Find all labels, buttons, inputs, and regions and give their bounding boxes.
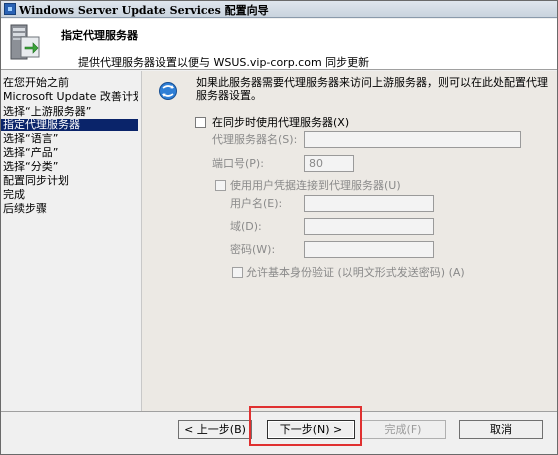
nav-item-languages[interactable]: 选择“语言” — [1, 133, 138, 145]
nav-item-classifications[interactable]: 选择“分类” — [1, 161, 138, 173]
use-credentials-checkbox[interactable] — [215, 180, 226, 191]
page-subtitle: 提供代理服务器设置以便与 WSUS.vip-corp.com 同步更新 — [78, 56, 370, 69]
domain-input[interactable] — [304, 218, 434, 235]
next-button-highlight — [249, 406, 362, 446]
cancel-button[interactable]: 取消 — [459, 420, 543, 439]
use-proxy-label: 在同步时使用代理服务器(X) — [212, 116, 350, 129]
port-label: 端口号(P): — [212, 157, 264, 170]
page-title: 指定代理服务器 — [61, 29, 138, 42]
password-label: 密码(W): — [230, 243, 276, 256]
wsus-config-wizard-window: Windows Server Update Services 配置向导 指定代理… — [0, 0, 558, 455]
wizard-content: 如果此服务器需要代理服务器来访问上游服务器，则可以在此处配置代理服务器设置。 在… — [141, 71, 557, 411]
wizard-header: 指定代理服务器 提供代理服务器设置以便与 WSUS.vip-corp.com 同… — [1, 19, 557, 70]
domain-label: 域(D): — [230, 220, 262, 233]
back-button[interactable]: < 上一步(B) — [178, 420, 252, 439]
globe-refresh-icon — [159, 82, 177, 100]
finish-button[interactable]: 完成(F) — [360, 420, 446, 439]
username-label: 用户名(E): — [230, 197, 283, 210]
username-input[interactable] — [304, 195, 434, 212]
basic-auth-label: 允许基本身份验证 (以明文形式发送密码) (A) — [246, 266, 465, 279]
window-title: Windows Server Update Services 配置向导 — [19, 4, 269, 17]
basic-auth-checkbox[interactable] — [232, 267, 243, 278]
wizard-nav: 在您开始之前 Microsoft Update 改善计划 选择“上游服务器” 指… — [1, 71, 140, 411]
password-input[interactable] — [304, 241, 434, 258]
nav-item-microsoft-update-program[interactable]: Microsoft Update 改善计划 — [1, 91, 138, 103]
nav-item-proxy-server[interactable]: 指定代理服务器 — [1, 119, 138, 131]
description-text: 如果此服务器需要代理服务器来访问上游服务器，则可以在此处配置代理服务器设置。 — [196, 76, 548, 102]
wsus-app-icon — [4, 3, 16, 15]
use-proxy-checkbox[interactable] — [195, 117, 206, 128]
nav-item-sync-schedule[interactable]: 配置同步计划 — [1, 175, 138, 187]
nav-item-next-steps[interactable]: 后续步骤 — [1, 203, 138, 215]
title-bar[interactable]: Windows Server Update Services 配置向导 — [1, 1, 557, 18]
nav-item-products[interactable]: 选择“产品” — [1, 147, 138, 159]
nav-item-before-you-begin[interactable]: 在您开始之前 — [1, 77, 138, 89]
use-credentials-label: 使用用户凭据连接到代理服务器(U) — [230, 179, 401, 192]
server-wizard-icon — [10, 24, 40, 60]
proxy-name-input[interactable] — [304, 131, 521, 148]
port-input[interactable]: 80 — [304, 155, 354, 172]
nav-item-finish[interactable]: 完成 — [1, 189, 138, 201]
nav-item-upstream-server[interactable]: 选择“上游服务器” — [1, 106, 138, 118]
proxy-name-label: 代理服务器名(S): — [212, 133, 298, 146]
